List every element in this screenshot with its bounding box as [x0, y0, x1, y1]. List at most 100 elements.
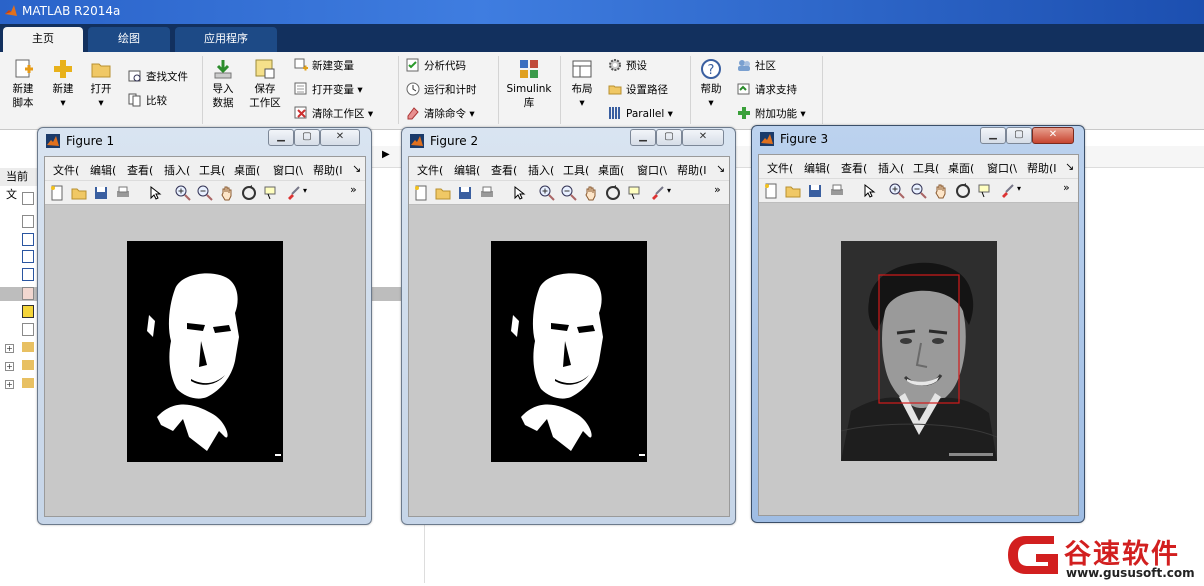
brush-icon[interactable] [999, 183, 1015, 199]
rotate-3d-icon[interactable] [241, 185, 257, 201]
brush-dropdown-icon[interactable]: ▾ [1017, 184, 1021, 193]
analyze-code-button[interactable]: 分析代码 [406, 57, 466, 75]
help-button[interactable]: ? 帮助 ▾ [696, 58, 726, 110]
expand-icon[interactable]: + [5, 380, 14, 389]
menu-insert[interactable]: 插入( [878, 160, 904, 176]
zoom-in-icon[interactable] [539, 185, 555, 201]
preferences-button[interactable]: 预设 [608, 57, 647, 75]
folder-icon[interactable] [22, 360, 34, 370]
save-icon[interactable] [93, 185, 109, 201]
new-variable-button[interactable]: 新建变量 [294, 57, 354, 75]
file-icon[interactable] [22, 323, 34, 336]
brush-dropdown-icon[interactable]: ▾ [303, 186, 307, 195]
menu-desktop[interactable]: 桌面( [598, 162, 624, 178]
menu-window[interactable]: 窗口(\ [637, 162, 667, 178]
maximize-button[interactable]: ▢ [294, 129, 320, 146]
menu-insert[interactable]: 插入( [528, 162, 554, 178]
save-icon[interactable] [457, 185, 473, 201]
save-workspace-button[interactable]: 保存 工作区 [246, 58, 284, 110]
menu-help[interactable]: 帮助(I [677, 162, 707, 178]
menu-window[interactable]: 窗口(\ [987, 160, 1017, 176]
pan-hand-icon[interactable] [933, 183, 949, 199]
close-button[interactable]: ✕ [1032, 127, 1074, 144]
brush-dropdown-icon[interactable]: ▾ [667, 186, 671, 195]
file-icon[interactable] [22, 268, 34, 281]
open-file-icon[interactable] [435, 185, 451, 201]
tab-home[interactable]: 主页 [3, 27, 83, 52]
data-cursor-icon[interactable] [627, 185, 643, 201]
menu-insert[interactable]: 插入( [164, 162, 190, 178]
rotate-3d-icon[interactable] [605, 185, 621, 201]
menu-help[interactable]: 帮助(I [313, 162, 343, 178]
print-icon[interactable] [829, 183, 845, 199]
new-figure-icon[interactable] [49, 185, 65, 201]
close-button[interactable]: ✕ [682, 129, 724, 146]
menu-help[interactable]: 帮助(I [1027, 160, 1057, 176]
layout-button[interactable]: 布局 ▾ [566, 58, 598, 110]
community-button[interactable]: 社区 [737, 57, 776, 75]
menu-view[interactable]: 查看( [841, 160, 867, 176]
expand-icon[interactable]: + [5, 362, 14, 371]
open-button[interactable]: 打开 ▾ [86, 58, 116, 110]
print-icon[interactable] [115, 185, 131, 201]
menu-file[interactable]: 文件( [417, 162, 443, 178]
tab-plots[interactable]: 绘图 [88, 27, 170, 52]
new-figure-icon[interactable] [413, 185, 429, 201]
data-cursor-icon[interactable] [263, 185, 279, 201]
file-icon[interactable] [22, 192, 34, 205]
menu-tools[interactable]: 工具( [913, 160, 939, 176]
arrow-pointer-icon[interactable] [861, 183, 877, 199]
new-script-button[interactable]: 新建 脚本 [6, 58, 40, 110]
menu-file[interactable]: 文件( [767, 160, 793, 176]
figure-3-window[interactable]: Figure 3 ▁ ▢ ✕ 文件( 编辑( 查看( 插入( 工具( 桌面( 窗… [751, 125, 1085, 523]
folder-icon[interactable] [22, 342, 34, 352]
menu-view[interactable]: 查看( [491, 162, 517, 178]
zoom-out-icon[interactable] [561, 185, 577, 201]
menu-tools[interactable]: 工具( [199, 162, 225, 178]
zoom-in-icon[interactable] [889, 183, 905, 199]
set-path-button[interactable]: 设置路径 [608, 81, 668, 99]
pan-hand-icon[interactable] [583, 185, 599, 201]
compare-button[interactable]: 比较 [128, 92, 167, 110]
file-icon[interactable] [22, 287, 34, 300]
toolbar-overflow-icon[interactable]: » [1063, 181, 1070, 194]
menu-overflow-icon[interactable]: ↘ [1065, 160, 1074, 173]
pan-hand-icon[interactable] [219, 185, 235, 201]
jpg-file-icon[interactable] [22, 305, 34, 318]
open-file-icon[interactable] [71, 185, 87, 201]
menu-overflow-icon[interactable]: ↘ [352, 162, 361, 175]
file-icon[interactable] [22, 233, 34, 246]
zoom-in-icon[interactable] [175, 185, 191, 201]
minimize-button[interactable]: ▁ [630, 129, 656, 146]
simulink-library-button[interactable]: Simulink 库 [504, 58, 554, 110]
open-file-icon[interactable] [785, 183, 801, 199]
zoom-out-icon[interactable] [197, 185, 213, 201]
menu-overflow-icon[interactable]: ↘ [716, 162, 725, 175]
save-icon[interactable] [807, 183, 823, 199]
maximize-button[interactable]: ▢ [656, 129, 682, 146]
menu-tools[interactable]: 工具( [563, 162, 589, 178]
parallel-button[interactable]: Parallel ▾ [608, 105, 673, 123]
find-files-button[interactable]: 查找文件 [128, 68, 188, 86]
menu-file[interactable]: 文件( [53, 162, 79, 178]
file-icon[interactable] [22, 215, 34, 228]
arrow-pointer-icon[interactable] [511, 185, 527, 201]
folder-icon[interactable] [22, 378, 34, 388]
menu-edit[interactable]: 编辑( [804, 160, 830, 176]
menu-edit[interactable]: 编辑( [90, 162, 116, 178]
brush-icon[interactable] [285, 185, 301, 201]
open-variable-button[interactable]: 打开变量 ▾ [294, 81, 363, 99]
print-icon[interactable] [479, 185, 495, 201]
maximize-button[interactable]: ▢ [1006, 127, 1032, 144]
menu-edit[interactable]: 编辑( [454, 162, 480, 178]
zoom-out-icon[interactable] [911, 183, 927, 199]
new-figure-icon[interactable] [763, 183, 779, 199]
addons-button[interactable]: 附加功能 ▾ [737, 105, 806, 123]
toolbar-overflow-icon[interactable]: » [714, 183, 721, 196]
run-and-time-button[interactable]: 运行和计时 [406, 81, 477, 99]
import-data-button[interactable]: 导入 数据 [206, 58, 240, 110]
minimize-button[interactable]: ▁ [268, 129, 294, 146]
brush-icon[interactable] [649, 185, 665, 201]
rotate-3d-icon[interactable] [955, 183, 971, 199]
toolbar-overflow-icon[interactable]: » [350, 183, 357, 196]
